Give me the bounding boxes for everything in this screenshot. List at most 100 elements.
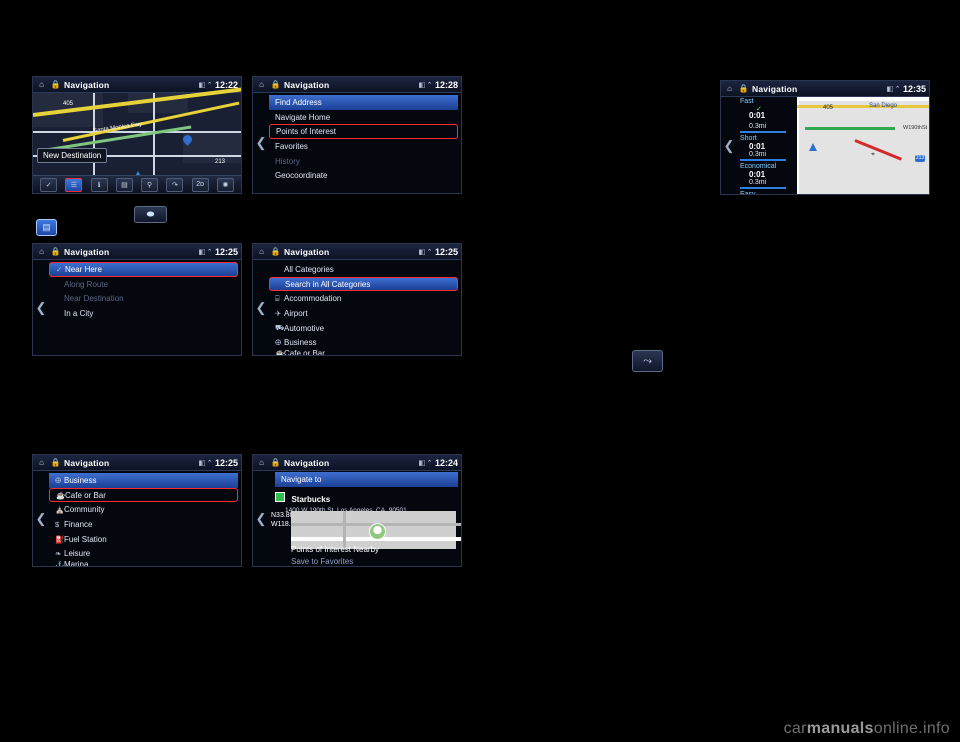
- home-icon[interactable]: ⌂: [36, 457, 47, 468]
- home-icon[interactable]: ⌂: [36, 79, 47, 90]
- poi-icon-button[interactable]: ▤: [36, 219, 57, 236]
- route-option-list[interactable]: Fast ✓ 0:01 0.3mi Short 0:01 0.3mi Econo…: [737, 97, 795, 194]
- map-canvas[interactable]: 405 Santa Monica Fwy 213 New Destination…: [33, 87, 241, 193]
- new-destination-button[interactable]: New Destination: [37, 148, 108, 163]
- lane-icon[interactable]: ▤: [115, 177, 133, 192]
- list-item-finance[interactable]: $ Finance: [49, 517, 238, 532]
- list-item-airport[interactable]: ✈ Airport: [269, 306, 458, 321]
- list-item-business[interactable]: 🜨 Business: [269, 335, 458, 350]
- check-icon[interactable]: ✓: [40, 177, 58, 192]
- route-option-easy[interactable]: Easy 0:01: [737, 190, 795, 194]
- back-chevron-icon[interactable]: ❮: [35, 508, 47, 530]
- route-name: Short: [740, 135, 757, 142]
- back-chevron-icon[interactable]: ❮: [255, 508, 267, 530]
- gear-icon[interactable]: ✺: [216, 177, 234, 192]
- fuel-icon: ⛽: [55, 534, 65, 544]
- business-category-list[interactable]: 🜨 Business ☕ Cafe or Bar ⛪ Community $ Finan…: [49, 473, 238, 566]
- route-time: 0:01: [749, 142, 766, 151]
- detour-icon[interactable]: ↷: [166, 177, 184, 192]
- screen-poi-detail[interactable]: ⌂ 🔒 Navigation ▮▯ ⌃ 12:24 ❮ Navigate to …: [252, 454, 462, 567]
- route-option-short[interactable]: Short 0:01 0.3mi: [737, 134, 795, 162]
- map-road: [797, 99, 929, 101]
- route-distance: 0.3mi: [749, 123, 767, 130]
- home-icon[interactable]: ⌂: [256, 246, 267, 257]
- label: Leisure: [64, 549, 91, 559]
- all-categories-list[interactable]: All Categories Search in All Categories …: [269, 262, 458, 355]
- list-item-community[interactable]: ⛪ Community: [49, 502, 238, 517]
- menu-item-find-address[interactable]: Find Address: [269, 95, 458, 110]
- home-icon[interactable]: ⌂: [256, 457, 267, 468]
- menu-item-points-of-interest[interactable]: Points of Interest: [269, 124, 458, 140]
- poi-map-preview[interactable]: [291, 511, 461, 549]
- screen-route-options[interactable]: ⌂ 🔒 Navigation ▮▯ ⌃ 12:35 ❮ Fast ✓ 0:01 …: [720, 80, 930, 195]
- route-option-economical[interactable]: Economical 0:01 0.3mi: [737, 162, 795, 190]
- list-item-cafe-or-bar[interactable]: ☕ Cafe or Bar: [269, 350, 458, 356]
- route-curve-icon-button[interactable]: ⤳: [632, 350, 663, 372]
- list-item-cafe-or-bar[interactable]: ☕ Cafe or Bar: [49, 487, 238, 503]
- map-road: [797, 101, 799, 194]
- list-item-in-a-city[interactable]: In a City: [49, 306, 238, 321]
- signal-icon: ▮▯ ⌃: [198, 248, 212, 256]
- menu-list[interactable]: Find Address Navigate Home Points of Int…: [269, 95, 458, 193]
- near-here-list[interactable]: ✓ Near Here Along Route Near Destination…: [49, 262, 238, 355]
- back-chevron-icon[interactable]: ❮: [723, 135, 735, 157]
- map-label: 213: [215, 159, 226, 165]
- back-chevron-icon[interactable]: ❮: [255, 297, 267, 319]
- destination-icon-button[interactable]: ⬬: [134, 206, 167, 223]
- lock-icon: 🔒: [738, 83, 749, 93]
- label: Business: [284, 338, 317, 348]
- label: Along Route: [64, 279, 109, 289]
- list-item-accommodation[interactable]: ⌸ Accommodation: [269, 291, 458, 306]
- route-list-icon[interactable]: ☰: [65, 177, 83, 192]
- route-map-preview[interactable]: 405 San Diego W190thSt 213 ⌖: [797, 97, 929, 194]
- screen-navigation-menu[interactable]: ⌂ 🔒 Navigation ▮▯ ⌃ 12:28 ❮ Find Address…: [252, 76, 462, 194]
- clock: 12:25: [214, 457, 238, 468]
- pin-icon[interactable]: ⚲: [141, 177, 159, 192]
- titlebar: ⌂ 🔒 Navigation ▮▯ ⌃ 12:28: [253, 77, 461, 93]
- lock-icon: 🔒: [50, 246, 61, 256]
- list-item-fuel-station[interactable]: ⛽ Fuel Station: [49, 532, 238, 547]
- screen-near-here[interactable]: ⌂ 🔒 Navigation ▮▯ ⌃ 12:25 ❮ ✓ Near Here …: [32, 243, 242, 356]
- map-toolbar[interactable]: ✓ ☰ ℹ ▤ ⚲ ↷ 2ᴅ ✺: [33, 175, 241, 193]
- info-icon[interactable]: ℹ: [90, 177, 108, 192]
- route-line-green: [805, 127, 895, 130]
- route-name: Fast: [740, 98, 754, 105]
- poi-nearby-button[interactable]: Points of Interest Nearby: [291, 545, 456, 554]
- poi-save-favorites-button[interactable]: Save to Favorites: [291, 557, 456, 566]
- map-road: [343, 511, 346, 549]
- menu-item-history: History: [269, 154, 458, 169]
- map-shield-213: 213: [915, 155, 925, 162]
- screen-map-start[interactable]: ⌂ 🔒 Navigation ▮▯ ⌃ 12:22 405 Santa Moni…: [32, 76, 242, 194]
- 2d3d-icon[interactable]: 2ᴅ: [191, 177, 209, 192]
- signal-icon: ▮▯ ⌃: [418, 459, 432, 467]
- signal-icon: ▮▯ ⌃: [418, 81, 432, 89]
- list-item-marina[interactable]: ⚓ Marina: [49, 561, 238, 566]
- navigate-to-button[interactable]: Navigate to: [275, 472, 458, 487]
- list-item-business[interactable]: 🜨 Business: [49, 473, 238, 488]
- home-icon[interactable]: ⌂: [724, 83, 735, 94]
- titlebar: ⌂ 🔒 Navigation ▮▯ ⌃ 12:35: [721, 81, 929, 97]
- label: Cafe or Bar: [284, 350, 325, 356]
- clock: 12:24: [434, 457, 458, 468]
- watermark-prefix: car: [783, 720, 807, 737]
- list-item-automotive[interactable]: ⛟ Automotive: [269, 321, 458, 336]
- community-icon: ⛪: [55, 505, 65, 515]
- screen-business-categories[interactable]: ⌂ 🔒 Navigation ▮▯ ⌃ 12:25 ❮ 🜨 Business ☕ C…: [32, 454, 242, 567]
- menu-item-geocoordinate[interactable]: Geocoordinate: [269, 168, 458, 183]
- home-icon[interactable]: ⌂: [256, 79, 267, 90]
- list-item-search-in-all-categories[interactable]: Search in All Categories: [269, 276, 458, 292]
- back-chevron-icon[interactable]: ❮: [35, 297, 47, 319]
- route-time: 0:01: [749, 170, 766, 179]
- menu-item-favorites[interactable]: Favorites: [269, 139, 458, 154]
- signal-icon: ▮▯ ⌃: [198, 81, 212, 89]
- route-bar: [740, 131, 786, 133]
- list-item-leisure[interactable]: ❧ Leisure: [49, 546, 238, 561]
- list-item-near-here[interactable]: ✓ Near Here: [49, 262, 238, 277]
- back-chevron-icon[interactable]: ❮: [255, 132, 267, 154]
- home-icon[interactable]: ⌂: [36, 246, 47, 257]
- label: Find Address: [275, 97, 322, 107]
- menu-item-navigate-home[interactable]: Navigate Home: [269, 110, 458, 125]
- route-option-fast[interactable]: Fast ✓ 0:01 0.3mi: [737, 97, 795, 134]
- screen-all-categories[interactable]: ⌂ 🔒 Navigation ▮▯ ⌃ 12:25 ❮ All Categori…: [252, 243, 462, 356]
- route-bar: [740, 159, 786, 161]
